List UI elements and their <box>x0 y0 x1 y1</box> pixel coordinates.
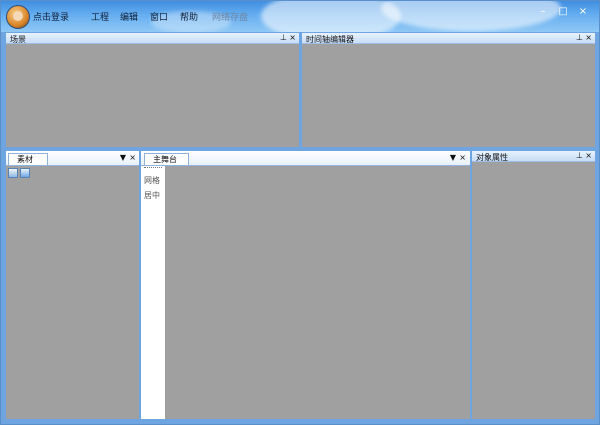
close-icon[interactable]: × <box>585 33 592 43</box>
login-link[interactable]: 点击登录 <box>33 10 69 23</box>
close-icon[interactable]: × <box>129 153 136 163</box>
scene-pane: 场景 ⊥ × <box>6 33 299 147</box>
scene-pane-header: 场景 ⊥ × <box>6 33 299 44</box>
image-icon[interactable] <box>8 168 18 178</box>
main-stage-pane: 主舞台 ▼ × 网格 居中 <box>141 151 470 419</box>
dotted-divider <box>144 167 162 168</box>
folder-icon[interactable] <box>20 168 30 178</box>
properties-title: 对象属性 <box>476 153 508 162</box>
menu-help[interactable]: 帮助 <box>180 10 198 23</box>
properties-pane: 对象属性 ⊥ × <box>472 151 595 419</box>
menu-network-save: 网络存盘 <box>212 13 249 23</box>
maximize-icon: □ <box>558 6 568 17</box>
close-window-button[interactable]: × <box>574 5 592 19</box>
timeline-pane: 时间轴编辑器 ⊥ × <box>302 33 595 147</box>
scene-title: 场景 <box>10 35 26 44</box>
minimize-button[interactable]: – <box>534 5 552 19</box>
app-window: 点击登录 工程 编辑 窗口 帮助 网络存盘 – □ × 场景 ⊥ × 时间轴编辑… <box>0 0 600 425</box>
timeline-title: 时间轴编辑器 <box>306 35 354 44</box>
pin-icon[interactable]: ⊥ <box>576 33 583 43</box>
grid-toggle[interactable]: 网格 <box>144 175 160 186</box>
timeline-pane-header: 时间轴编辑器 ⊥ × <box>302 33 595 44</box>
stage-side-strip: 网格 居中 <box>141 166 165 419</box>
avatar-face-icon <box>13 11 23 21</box>
title-bar: 点击登录 工程 编辑 窗口 帮助 网络存盘 – □ × <box>1 1 599 32</box>
assets-pane: 素材 ▼ × <box>6 151 139 419</box>
tab-main-stage[interactable]: 主舞台 <box>144 153 189 165</box>
center-toggle[interactable]: 居中 <box>144 190 160 201</box>
minimize-icon: – <box>540 6 546 17</box>
menu-window[interactable]: 窗口 <box>150 10 168 23</box>
maximize-button[interactable]: □ <box>554 5 572 19</box>
close-icon: × <box>578 6 588 17</box>
pin-icon[interactable]: ⊥ <box>576 151 583 161</box>
menu-project[interactable]: 工程 <box>91 10 109 23</box>
close-icon[interactable]: × <box>289 33 296 43</box>
properties-pane-header: 对象属性 ⊥ × <box>472 151 595 162</box>
menu-edit[interactable]: 编辑 <box>120 10 138 23</box>
dropdown-icon[interactable]: ▼ <box>450 153 456 163</box>
tab-assets[interactable]: 素材 <box>8 153 48 165</box>
close-icon[interactable]: × <box>585 151 592 161</box>
assets-tab-strip: 素材 ▼ × <box>6 151 139 166</box>
dropdown-icon[interactable]: ▼ <box>120 153 126 163</box>
avatar[interactable] <box>6 5 30 29</box>
stage-tab-strip: 主舞台 ▼ × <box>141 151 470 166</box>
pin-icon[interactable]: ⊥ <box>280 33 287 43</box>
close-icon[interactable]: × <box>459 153 466 163</box>
